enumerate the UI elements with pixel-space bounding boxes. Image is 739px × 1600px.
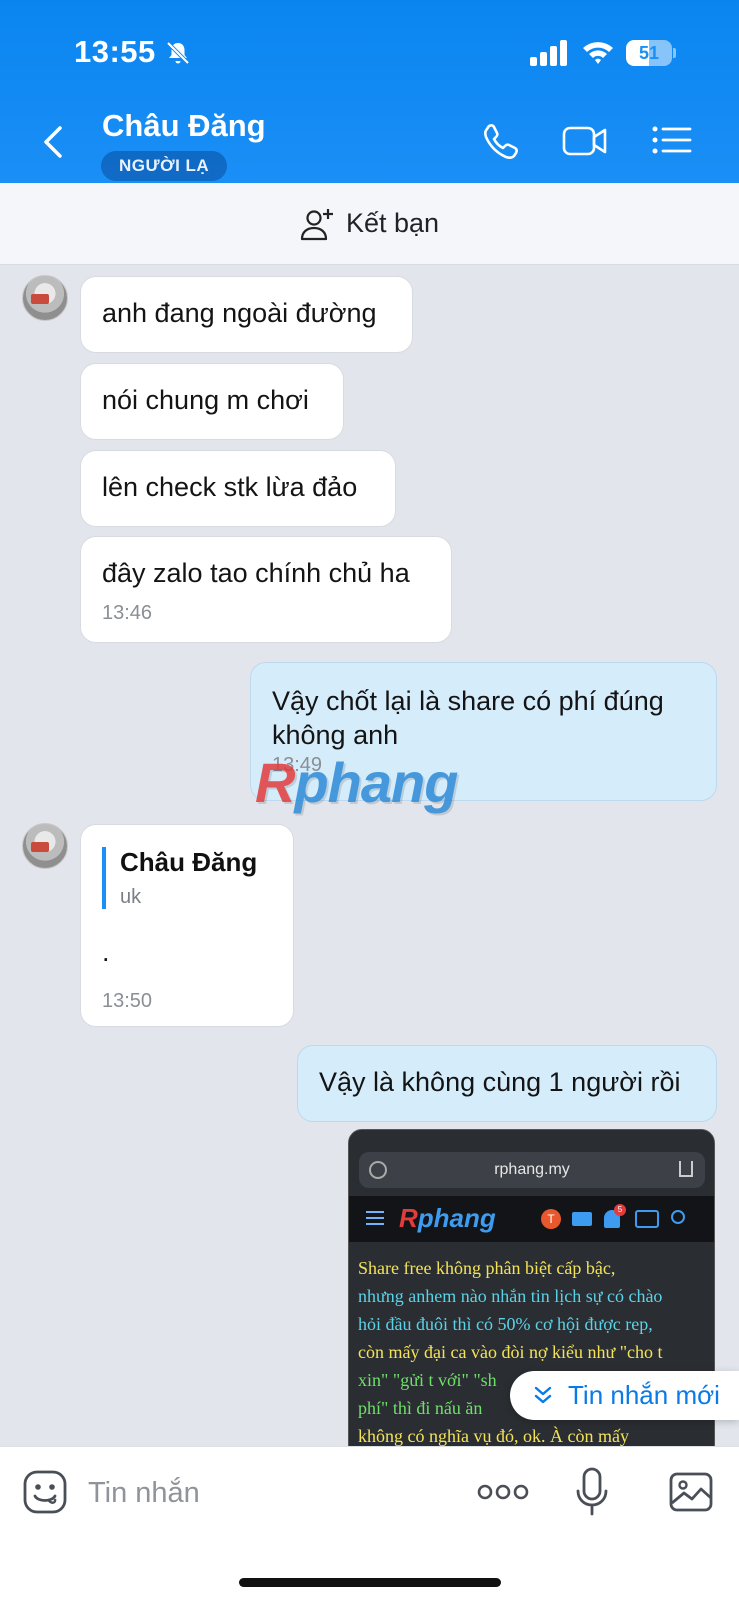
watermark-logo-first: R	[255, 751, 295, 814]
battery-percent: 51	[638, 43, 660, 63]
image-url-text: rphang.my	[494, 1161, 570, 1178]
watermark-logo-rest: phang	[294, 751, 458, 814]
message-input[interactable]: Tin nhắn	[88, 1477, 200, 1510]
reply-sender-name: Châu Đăng	[120, 847, 258, 877]
emoji-sticker-icon[interactable]	[22, 1469, 68, 1515]
user-avatar-icon: T	[541, 1209, 561, 1229]
mail-icon	[572, 1212, 592, 1226]
add-person-icon	[300, 208, 333, 240]
message-text-line2: không anh	[272, 720, 399, 750]
wifi-icon	[583, 42, 613, 64]
post-line: không có nghĩa vụ đó, ok. À còn mấy	[358, 1426, 629, 1446]
message-input-bar: Tin nhắn	[0, 1446, 739, 1600]
contact-avatar[interactable]	[22, 275, 68, 321]
phone-icon[interactable]	[478, 120, 524, 160]
post-line: còn mấy đại ca vào đòi nợ kiểu như "cho …	[358, 1342, 663, 1362]
image-url-bar: rphang.my	[359, 1152, 705, 1188]
quoted-reply[interactable]: Châu Đăng uk	[102, 847, 257, 909]
menu-list-icon[interactable]	[650, 120, 696, 160]
video-call-icon[interactable]	[562, 120, 608, 160]
message-text: Vậy là không cùng 1 người rồi	[319, 1067, 681, 1097]
message-time: 13:50	[102, 990, 153, 1012]
home-indicator	[239, 1578, 501, 1587]
muted-bell-icon	[166, 41, 190, 65]
new-messages-label: Tin nhắn mới	[568, 1380, 720, 1410]
notification-count: 5	[614, 1204, 626, 1216]
message-text: nói chung m chơi	[102, 385, 309, 415]
double-chevron-down-icon	[534, 1386, 552, 1403]
image-site-nav: Rphang T 5	[349, 1196, 714, 1242]
notification-bell-icon: 5	[604, 1204, 626, 1228]
message-text: .	[102, 937, 110, 967]
message-text: đây zalo tao chính chủ ha	[102, 558, 410, 588]
message-time: 13:46	[102, 602, 153, 624]
back-icon[interactable]	[38, 122, 68, 162]
message-incoming[interactable]: nói chung m chơi	[80, 363, 344, 440]
store-icon	[635, 1210, 659, 1228]
site-logo-rest: phang	[417, 1203, 496, 1233]
cellular-signal-icon	[530, 40, 567, 66]
message-incoming[interactable]: lên check stk lừa đảo	[80, 450, 396, 527]
site-info-icon	[369, 1161, 387, 1179]
watermark-logo: Rphang	[255, 750, 458, 815]
post-line: Share free không phân biệt cấp bậc,	[358, 1258, 616, 1278]
message-text-line1: Vậy chốt lại là share có phí đúng	[272, 686, 664, 716]
add-friend-label: Kết bạn	[345, 208, 440, 238]
post-line: nhưng anhem nào nhắn tin lịch sự có chào	[358, 1286, 663, 1306]
more-dots-icon[interactable]	[477, 1482, 529, 1502]
message-text: anh đang ngoài đường	[102, 298, 377, 328]
site-logo-first: R	[399, 1203, 418, 1233]
site-logo: Rphang	[399, 1203, 496, 1234]
new-messages-button[interactable]: Tin nhắn mới	[510, 1371, 739, 1420]
share-icon	[679, 1161, 693, 1177]
add-friend-button[interactable]: Kết bạn	[0, 183, 739, 265]
microphone-icon[interactable]	[574, 1467, 610, 1517]
image-status-bar	[349, 1130, 714, 1146]
hamburger-icon	[366, 1211, 384, 1225]
contact-name[interactable]: Châu Đăng	[102, 108, 266, 144]
message-incoming[interactable]: anh đang ngoài đường	[80, 276, 413, 353]
stranger-badge: NGƯỜI LẠ	[101, 151, 228, 181]
chat-header: 13:55 51 Châu Đăng NGƯỜI LẠ	[0, 0, 739, 183]
reply-quote-text: uk	[120, 886, 142, 908]
search-icon	[671, 1210, 685, 1224]
post-line: hỏi đầu đuôi thì có 50% cơ hội được rep,	[358, 1314, 653, 1334]
image-gallery-icon[interactable]	[668, 1471, 714, 1513]
status-time: 13:55	[74, 34, 156, 69]
message-outgoing[interactable]: Vậy là không cùng 1 người rồi	[297, 1045, 717, 1122]
message-text: lên check stk lừa đảo	[102, 472, 358, 502]
contact-avatar[interactable]	[22, 823, 68, 869]
message-incoming[interactable]: đây zalo tao chính chủ ha 13:46	[80, 536, 452, 643]
battery-icon: 51	[626, 40, 676, 66]
user-avatar-letter: T	[547, 1212, 555, 1226]
message-incoming-reply[interactable]: Châu Đăng uk . 13:50	[80, 824, 294, 1027]
